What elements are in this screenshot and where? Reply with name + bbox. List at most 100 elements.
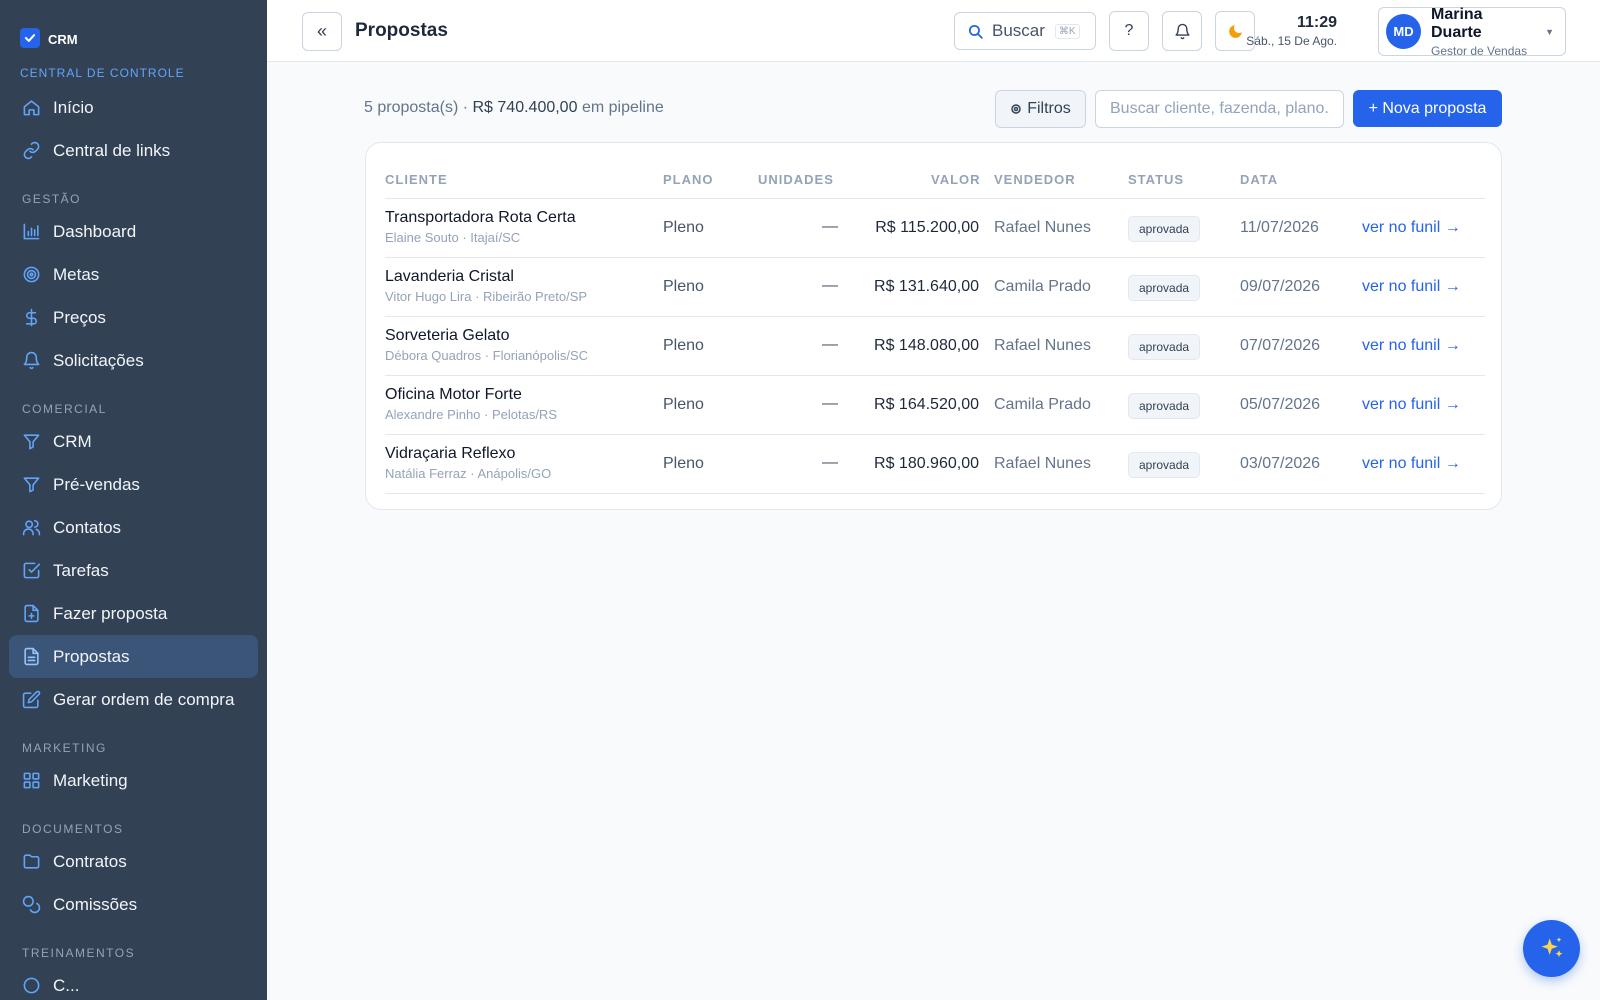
sidebar-item-dashboard[interactable]: Dashboard: [9, 210, 258, 253]
sidebar-item-tarefas[interactable]: Tarefas: [9, 549, 258, 592]
coins-icon: [22, 895, 41, 914]
sidebar-item-central-de-links[interactable]: Central de links: [9, 129, 258, 172]
checkbox-logo-icon: [20, 28, 40, 48]
clock-time: 11:29: [1296, 14, 1337, 31]
client-contact: Elaine Souto · Itajaí/SC: [385, 230, 521, 245]
sidebar-item-label: Central de links: [53, 140, 171, 160]
date-cell: 11/07/2026: [1240, 219, 1319, 236]
plan-cell: Pleno: [663, 337, 704, 354]
sidebar-item-label: Preços: [53, 307, 106, 327]
sidebar-item-comissoes[interactable]: Comissões: [9, 883, 258, 926]
sidebar-item-label: Fazer proposta: [53, 603, 168, 623]
pipeline-suffix: em pipeline: [581, 99, 664, 116]
bell-icon: [23, 351, 40, 370]
value-cell: R$ 164.520,00: [874, 396, 979, 413]
column-header-vendedor[interactable]: VENDEDOR: [994, 172, 1076, 187]
proposal-search-input[interactable]: [1095, 90, 1344, 128]
sidebar-item-label: Metas: [53, 264, 100, 284]
ai-assistant-button[interactable]: [1523, 920, 1580, 977]
section-label-marketing: MARKETING: [22, 741, 107, 755]
seller-cell: Camila Prado: [994, 396, 1091, 413]
notifications-button[interactable]: [1162, 11, 1202, 51]
pipeline-value: R$ 740.400,00: [472, 99, 578, 116]
sidebar: CRM CENTRAL DE CONTROLE Início Central d…: [0, 0, 267, 1000]
view-in-funnel-link[interactable]: ver no funil →: [1362, 219, 1461, 237]
sidebar-item-precos[interactable]: Preços: [9, 296, 258, 339]
sidebar-item-metas[interactable]: Metas: [9, 253, 258, 296]
value-cell: R$ 180.960,00: [874, 455, 979, 472]
search-icon: [968, 24, 983, 39]
sidebar-item-label: Pré-vendas: [53, 474, 140, 494]
sparkles-icon: [1541, 936, 1562, 957]
help-button[interactable]: ?: [1109, 11, 1149, 51]
value-cell: R$ 131.640,00: [874, 278, 979, 295]
book-icon: [23, 977, 40, 994]
sidebar-item-label: CRM: [53, 431, 92, 451]
client-contact: Natália Ferraz · Anápolis/GO: [385, 466, 552, 481]
global-search-button[interactable]: Buscar ⌘K: [954, 12, 1096, 50]
status-badge: aprovada: [1128, 452, 1201, 478]
chevron-down-icon: ▼: [1545, 26, 1554, 37]
plan-cell: Pleno: [663, 278, 704, 295]
column-header-data[interactable]: DATA: [1240, 172, 1278, 187]
section-label-treinamentos: TREINAMENTOS: [22, 946, 136, 960]
collapse-sidebar-button[interactable]: «: [302, 12, 342, 51]
new-proposal-button[interactable]: + Nova proposta: [1353, 90, 1502, 127]
table-row[interactable]: Oficina Motor Forte Alexandre Pinho · Pe…: [385, 376, 1485, 435]
section-label-documentos: DOCUMENTOS: [22, 822, 124, 836]
column-header-plano[interactable]: PLANO: [663, 172, 714, 187]
user-role: Gestor de Vendas: [1431, 43, 1528, 58]
view-in-funnel-link[interactable]: ver no funil →: [1362, 278, 1461, 296]
seller-cell: Camila Prado: [994, 278, 1091, 295]
sidebar-item-contratos[interactable]: Contratos: [9, 840, 258, 883]
sidebar-item-contatos[interactable]: Contatos: [9, 506, 258, 549]
units-cell: —: [822, 218, 838, 235]
column-header-valor[interactable]: VALOR: [931, 172, 981, 187]
sidebar-item-label: Gerar ordem de compra: [53, 689, 235, 709]
home-icon: [23, 100, 40, 116]
section-label-gestao: GESTÃO: [22, 192, 82, 206]
clock: 11:29 Sáb., 15 De Ago.: [1246, 14, 1337, 48]
sidebar-item-crm[interactable]: CRM: [9, 420, 258, 463]
sidebar-item-pre-vendas[interactable]: Pré-vendas: [9, 463, 258, 506]
table-row[interactable]: Vidraçaria Reflexo Natália Ferraz · Anáp…: [385, 435, 1485, 494]
value-cell: R$ 115.200,00: [875, 219, 979, 236]
plan-cell: Pleno: [663, 219, 704, 236]
filters-button[interactable]: Filtros: [995, 90, 1086, 128]
table-row[interactable]: Lavanderia Cristal Vitor Hugo Lira · Rib…: [385, 258, 1485, 317]
sidebar-item-label: C...: [53, 975, 80, 995]
units-cell: —: [822, 395, 838, 412]
users-icon: [22, 519, 41, 536]
status-badge: aprovada: [1128, 275, 1201, 301]
sidebar-item-label: Contratos: [53, 851, 127, 871]
sidebar-item-treinamento[interactable]: C...: [9, 964, 258, 1000]
view-in-funnel-link[interactable]: ver no funil →: [1362, 455, 1461, 473]
sidebar-item-fazer-proposta[interactable]: Fazer proposta: [9, 592, 258, 635]
view-in-funnel-link[interactable]: ver no funil →: [1362, 396, 1461, 414]
column-header-cliente[interactable]: CLIENTE: [385, 172, 448, 187]
target-icon: [23, 266, 40, 283]
table-row[interactable]: Sorveteria Gelato Débora Quadros · Flori…: [385, 317, 1485, 376]
sidebar-item-label: Dashboard: [53, 221, 137, 241]
client-name: Sorveteria Gelato: [385, 327, 510, 344]
funnel-icon: [23, 434, 40, 450]
user-menu[interactable]: MD Marina Duarte Gestor de Vendas ▼: [1378, 5, 1566, 58]
sidebar-item-marketing[interactable]: Marketing: [9, 759, 258, 802]
brand[interactable]: CRM: [0, 0, 267, 50]
search-shortcut: ⌘K: [1054, 23, 1080, 39]
sidebar-item-propostas[interactable]: Propostas: [9, 635, 258, 678]
date-cell: 09/07/2026: [1240, 278, 1321, 295]
date-cell: 03/07/2026: [1240, 455, 1321, 472]
table-row[interactable]: Transportadora Rota Certa Elaine Souto ·…: [385, 199, 1485, 258]
sidebar-item-solicitacoes[interactable]: Solicitações: [9, 339, 258, 382]
sidebar-item-inicio[interactable]: Início: [9, 86, 258, 129]
column-header-unidades[interactable]: UNIDADES: [758, 172, 834, 187]
sidebar-item-label: Início: [53, 97, 94, 117]
seller-cell: Rafael Nunes: [994, 337, 1091, 354]
pipeline-summary: 5 proposta(s) · R$ 740.400,00 em pipelin…: [364, 99, 664, 117]
user-name: Marina Duarte: [1431, 5, 1483, 41]
filters-label: Filtros: [1027, 100, 1071, 117]
sidebar-item-gerar-ordem-de-compra[interactable]: Gerar ordem de compra: [9, 678, 258, 721]
column-header-status[interactable]: STATUS: [1128, 172, 1184, 187]
view-in-funnel-link[interactable]: ver no funil →: [1362, 337, 1461, 355]
